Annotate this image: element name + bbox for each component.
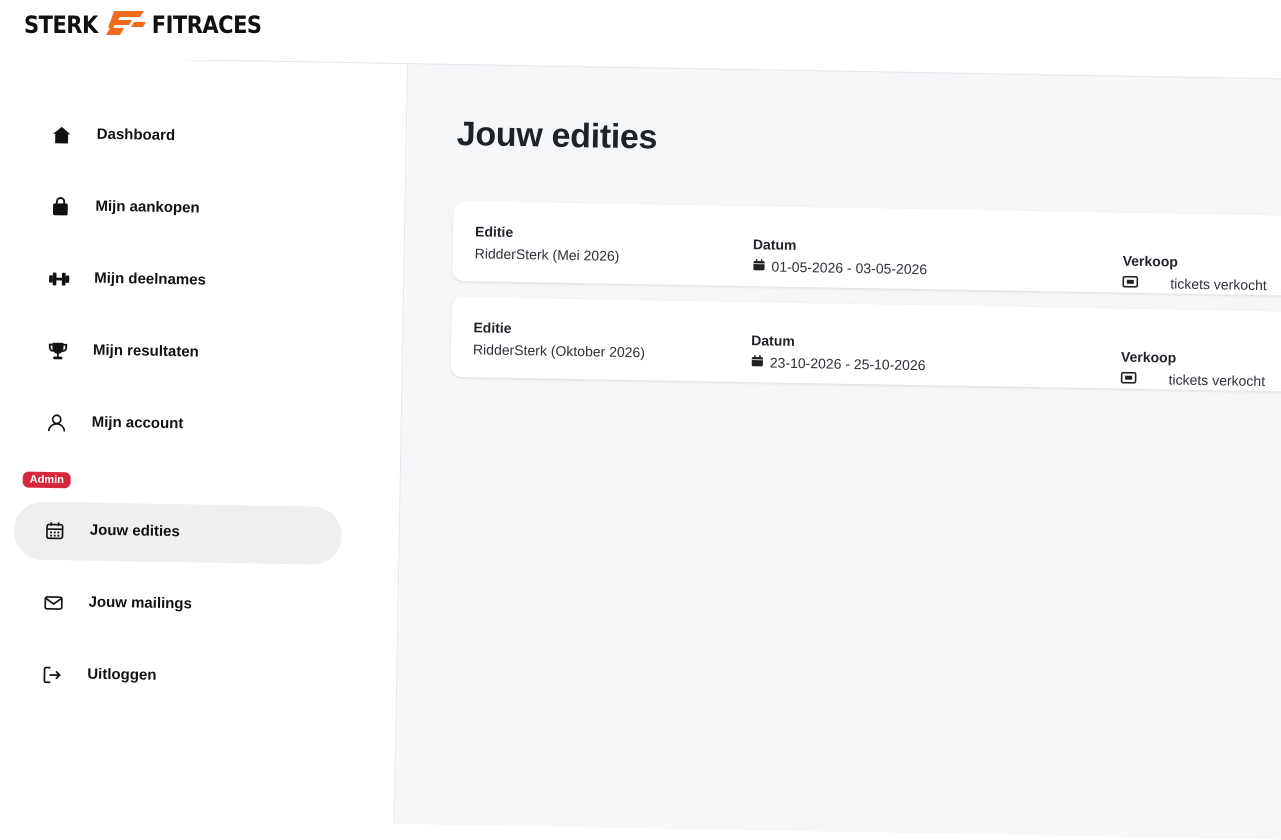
logout-icon (39, 662, 65, 688)
verkoop-label: Verkoop (1121, 349, 1266, 368)
editie-value: RidderSterk (Mei 2026) (475, 245, 620, 264)
datum-label: Datum (751, 332, 926, 351)
sidebar-item-mijn-aankopen[interactable]: Mijn aankopen (19, 177, 348, 241)
sidebar-item-mijn-resultaten[interactable]: Mijn resultaten (16, 321, 345, 385)
sidebar-item-label: Mijn deelnames (94, 270, 206, 289)
editie-value: RidderSterk (Oktober 2026) (473, 341, 645, 360)
trophy-icon (45, 338, 71, 364)
dumbbell-icon (46, 266, 72, 292)
verkoop-value: tickets verkocht (1168, 371, 1265, 389)
brand-logo[interactable]: STERK FITRACES (24, 8, 262, 42)
edition-card[interactable]: Editie RidderSterk (Mei 2026) Datum 01-0… (452, 201, 1281, 296)
sales-column: Verkoop tickets verkocht (1122, 253, 1267, 294)
ticket-icon (1122, 275, 1138, 291)
brand-mark-icon (104, 8, 148, 43)
edition-column: Editie RidderSterk (Oktober 2026) (473, 319, 646, 360)
sidebar-item-uitloggen[interactable]: Uitloggen (11, 645, 340, 709)
sidebar-item-label: Mijn resultaten (93, 342, 199, 361)
sidebar-item-label: Dashboard (97, 126, 176, 144)
calendar-icon (751, 354, 764, 370)
verkoop-label: Verkoop (1123, 253, 1268, 272)
page-title: Jouw edities (456, 115, 657, 157)
sidebar-item-label: Uitloggen (87, 666, 156, 684)
sidebar-item-label: Mijn aankopen (95, 198, 199, 217)
sidebar-item-label: Jouw edities (90, 522, 180, 541)
calendar-icon (42, 518, 68, 544)
edition-card[interactable]: Editie RidderSterk (Oktober 2026) Datum … (451, 297, 1281, 392)
top-header: STERK FITRACES (0, 0, 1281, 60)
sidebar-item-mijn-account[interactable]: Mijn account (15, 393, 344, 457)
verkoop-value: tickets verkocht (1170, 275, 1267, 293)
sidebar-item-mijn-deelnames[interactable]: Mijn deelnames (18, 249, 347, 313)
datum-value: 23-10-2026 - 25-10-2026 (770, 354, 926, 373)
admin-badge: Admin (23, 471, 72, 488)
date-column: Datum 01-05-2026 - 03-05-2026 (752, 236, 927, 277)
sales-column: Verkoop tickets verkocht (1120, 349, 1265, 390)
editie-label: Editie (475, 223, 620, 242)
sidebar-item-label: Mijn account (92, 414, 184, 433)
datum-label: Datum (753, 236, 928, 255)
datum-value: 01-05-2026 - 03-05-2026 (771, 258, 927, 277)
edition-column: Editie RidderSterk (Mei 2026) (475, 223, 620, 264)
editie-label: Editie (473, 319, 645, 338)
sidebar: Dashboard Mijn aankopen Mijn deelnames M… (0, 56, 408, 824)
ticket-icon (1120, 371, 1136, 387)
tilted-viewport: Dashboard Mijn aankopen Mijn deelnames M… (0, 0, 1281, 742)
envelope-icon (40, 590, 66, 616)
sidebar-item-dashboard[interactable]: Dashboard (20, 105, 349, 169)
shopping-bag-icon (47, 194, 73, 220)
calendar-icon (752, 258, 765, 274)
sidebar-item-jouw-mailings[interactable]: Jouw mailings (12, 573, 341, 637)
sidebar-item-jouw-edities[interactable]: Jouw edities (13, 501, 342, 565)
date-column: Datum 23-10-2026 - 25-10-2026 (751, 332, 926, 373)
user-icon (43, 410, 69, 436)
main-content: Jouw edities Editie RidderSterk (Mei 202… (395, 63, 1281, 840)
brand-name-left: STERK (24, 11, 98, 39)
sidebar-item-label: Jouw mailings (88, 594, 192, 613)
brand-name-right: FITRACES (152, 11, 262, 39)
home-icon (48, 122, 74, 148)
